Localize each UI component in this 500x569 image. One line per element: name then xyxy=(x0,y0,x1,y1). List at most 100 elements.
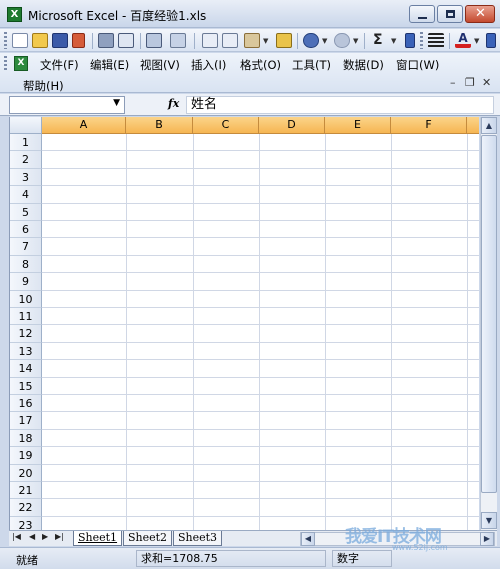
row-header[interactable]: 1 xyxy=(10,134,42,152)
close-button[interactable]: ✕ xyxy=(465,5,495,23)
menu-tools[interactable]: 工具(T) xyxy=(292,57,331,73)
menu-data[interactable]: 数据(D) xyxy=(343,57,384,73)
row-header[interactable]: 18 xyxy=(10,429,42,448)
row-header[interactable]: 10 xyxy=(10,290,42,308)
vertical-scroll-thumb[interactable] xyxy=(481,135,497,493)
save-icon[interactable] xyxy=(52,33,68,48)
menu-edit[interactable]: 编辑(E) xyxy=(90,57,129,73)
column-header-e[interactable]: E xyxy=(325,117,391,134)
paste-dropdown-icon[interactable]: ▼ xyxy=(263,37,268,45)
minimize-button[interactable] xyxy=(409,5,435,23)
column-header-a[interactable]: A xyxy=(42,117,126,134)
grid-row-line xyxy=(42,324,479,326)
doc-restore-icon[interactable]: ❐ xyxy=(465,76,475,89)
scroll-up-icon[interactable]: ▲ xyxy=(481,117,497,134)
row-header[interactable]: 22 xyxy=(10,499,42,517)
insert-function-icon[interactable]: fx xyxy=(168,97,179,110)
column-header-d[interactable]: D xyxy=(259,117,325,134)
print-icon[interactable] xyxy=(98,33,114,48)
grid-row-line xyxy=(42,481,479,482)
autosum-icon[interactable]: Σ xyxy=(373,32,383,48)
menu-format[interactable]: 格式(O) xyxy=(240,57,281,73)
print-preview-icon[interactable] xyxy=(118,33,134,48)
row-header[interactable]: 12 xyxy=(10,325,42,343)
grid-column-line xyxy=(259,134,260,530)
paste-icon[interactable] xyxy=(244,33,260,48)
minimize-icon xyxy=(418,17,427,19)
font-color-icon[interactable]: A xyxy=(455,32,471,48)
redo-icon[interactable] xyxy=(334,33,350,48)
scroll-right-icon[interactable]: ▶ xyxy=(480,532,494,546)
workbook-icon[interactable]: X xyxy=(14,56,28,71)
column-header-b[interactable]: B xyxy=(126,117,193,134)
permission-icon[interactable] xyxy=(72,33,85,48)
watermark-url: www.52ij.com xyxy=(392,543,448,552)
name-box-dropdown-icon[interactable]: ▼ xyxy=(113,98,120,108)
row-header[interactable]: 15 xyxy=(10,377,42,395)
toolbar-grip[interactable] xyxy=(4,32,7,49)
toolbar-options-icon[interactable] xyxy=(486,33,496,48)
menu-insert[interactable]: 插入(I) xyxy=(191,57,226,73)
row-header[interactable]: 4 xyxy=(10,186,42,204)
row-header[interactable]: 21 xyxy=(10,482,42,500)
toolbar-separator xyxy=(297,33,298,49)
row-header[interactable]: 16 xyxy=(10,395,42,413)
cut-icon[interactable] xyxy=(202,33,218,48)
worksheet-grid[interactable]: A B C D E F 1 2 3 4 5 6 7 8 9 10 11 12 13 14 15 16 17 18 1… xyxy=(9,117,479,530)
menubar-grip[interactable] xyxy=(4,56,7,71)
toolbar-grip[interactable] xyxy=(420,32,423,49)
row-header[interactable]: 5 xyxy=(10,203,42,221)
column-header-f[interactable]: F xyxy=(391,117,467,134)
scroll-left-icon[interactable]: ◀ xyxy=(301,532,315,546)
sheet-tab-2[interactable]: Sheet2 xyxy=(123,531,173,546)
toolbar-options-icon[interactable] xyxy=(405,33,415,48)
formula-input[interactable]: 姓名 xyxy=(186,96,494,114)
prev-sheet-icon[interactable]: ◀ xyxy=(29,532,35,541)
row-header[interactable]: 20 xyxy=(10,464,42,482)
menu-help[interactable]: 帮助(H) xyxy=(23,78,64,94)
row-header[interactable]: 14 xyxy=(10,360,42,378)
menu-view[interactable]: 视图(V) xyxy=(140,57,180,73)
doc-minimize-icon[interactable]: – xyxy=(450,76,456,89)
column-header-c[interactable]: C xyxy=(193,117,259,134)
row-header[interactable]: 8 xyxy=(10,255,42,274)
column-header-g[interactable] xyxy=(467,117,479,134)
open-icon[interactable] xyxy=(32,33,48,48)
new-icon[interactable] xyxy=(12,33,28,48)
select-all-corner[interactable] xyxy=(10,117,42,134)
maximize-button[interactable] xyxy=(437,5,463,23)
redo-dropdown-icon[interactable]: ▼ xyxy=(353,37,358,45)
autosum-dropdown-icon[interactable]: ▼ xyxy=(391,37,396,45)
copy-icon[interactable] xyxy=(222,33,238,48)
font-color-dropdown-icon[interactable]: ▼ xyxy=(474,37,479,45)
vertical-scrollbar[interactable]: ▲ ▼ xyxy=(480,117,497,530)
research-icon[interactable] xyxy=(170,33,186,48)
scroll-down-icon[interactable]: ▼ xyxy=(481,512,497,529)
menu-window[interactable]: 窗口(W) xyxy=(396,57,439,73)
menu-file[interactable]: 文件(F) xyxy=(40,57,79,73)
undo-icon[interactable] xyxy=(303,33,319,48)
grid-row-line xyxy=(42,167,479,169)
undo-dropdown-icon[interactable]: ▼ xyxy=(322,37,327,45)
next-sheet-icon[interactable]: ▶ xyxy=(42,532,48,541)
row-header[interactable]: 2 xyxy=(10,151,42,169)
row-header[interactable]: 9 xyxy=(10,273,42,291)
doc-close-icon[interactable]: ✕ xyxy=(482,76,491,89)
name-box[interactable]: ▼ xyxy=(9,96,125,114)
row-header[interactable]: 13 xyxy=(10,342,42,361)
row-header[interactable]: 6 xyxy=(10,221,42,239)
row-header[interactable]: 7 xyxy=(10,238,42,256)
format-painter-icon[interactable] xyxy=(276,33,292,48)
spelling-icon[interactable] xyxy=(146,33,162,48)
excel-app-icon[interactable]: X xyxy=(7,7,22,22)
row-header[interactable]: 19 xyxy=(10,447,42,465)
row-header[interactable]: 11 xyxy=(10,308,42,326)
row-header[interactable]: 17 xyxy=(10,412,42,430)
row-header[interactable]: 23 xyxy=(10,516,42,530)
align-left-icon[interactable] xyxy=(428,33,444,48)
sheet-tab-1[interactable]: Sheet1 xyxy=(73,531,123,546)
sheet-tab-3[interactable]: Sheet3 xyxy=(173,531,223,546)
first-sheet-icon[interactable]: |◀ xyxy=(12,532,21,541)
last-sheet-icon[interactable]: ▶| xyxy=(55,532,64,541)
row-header[interactable]: 3 xyxy=(10,168,42,187)
